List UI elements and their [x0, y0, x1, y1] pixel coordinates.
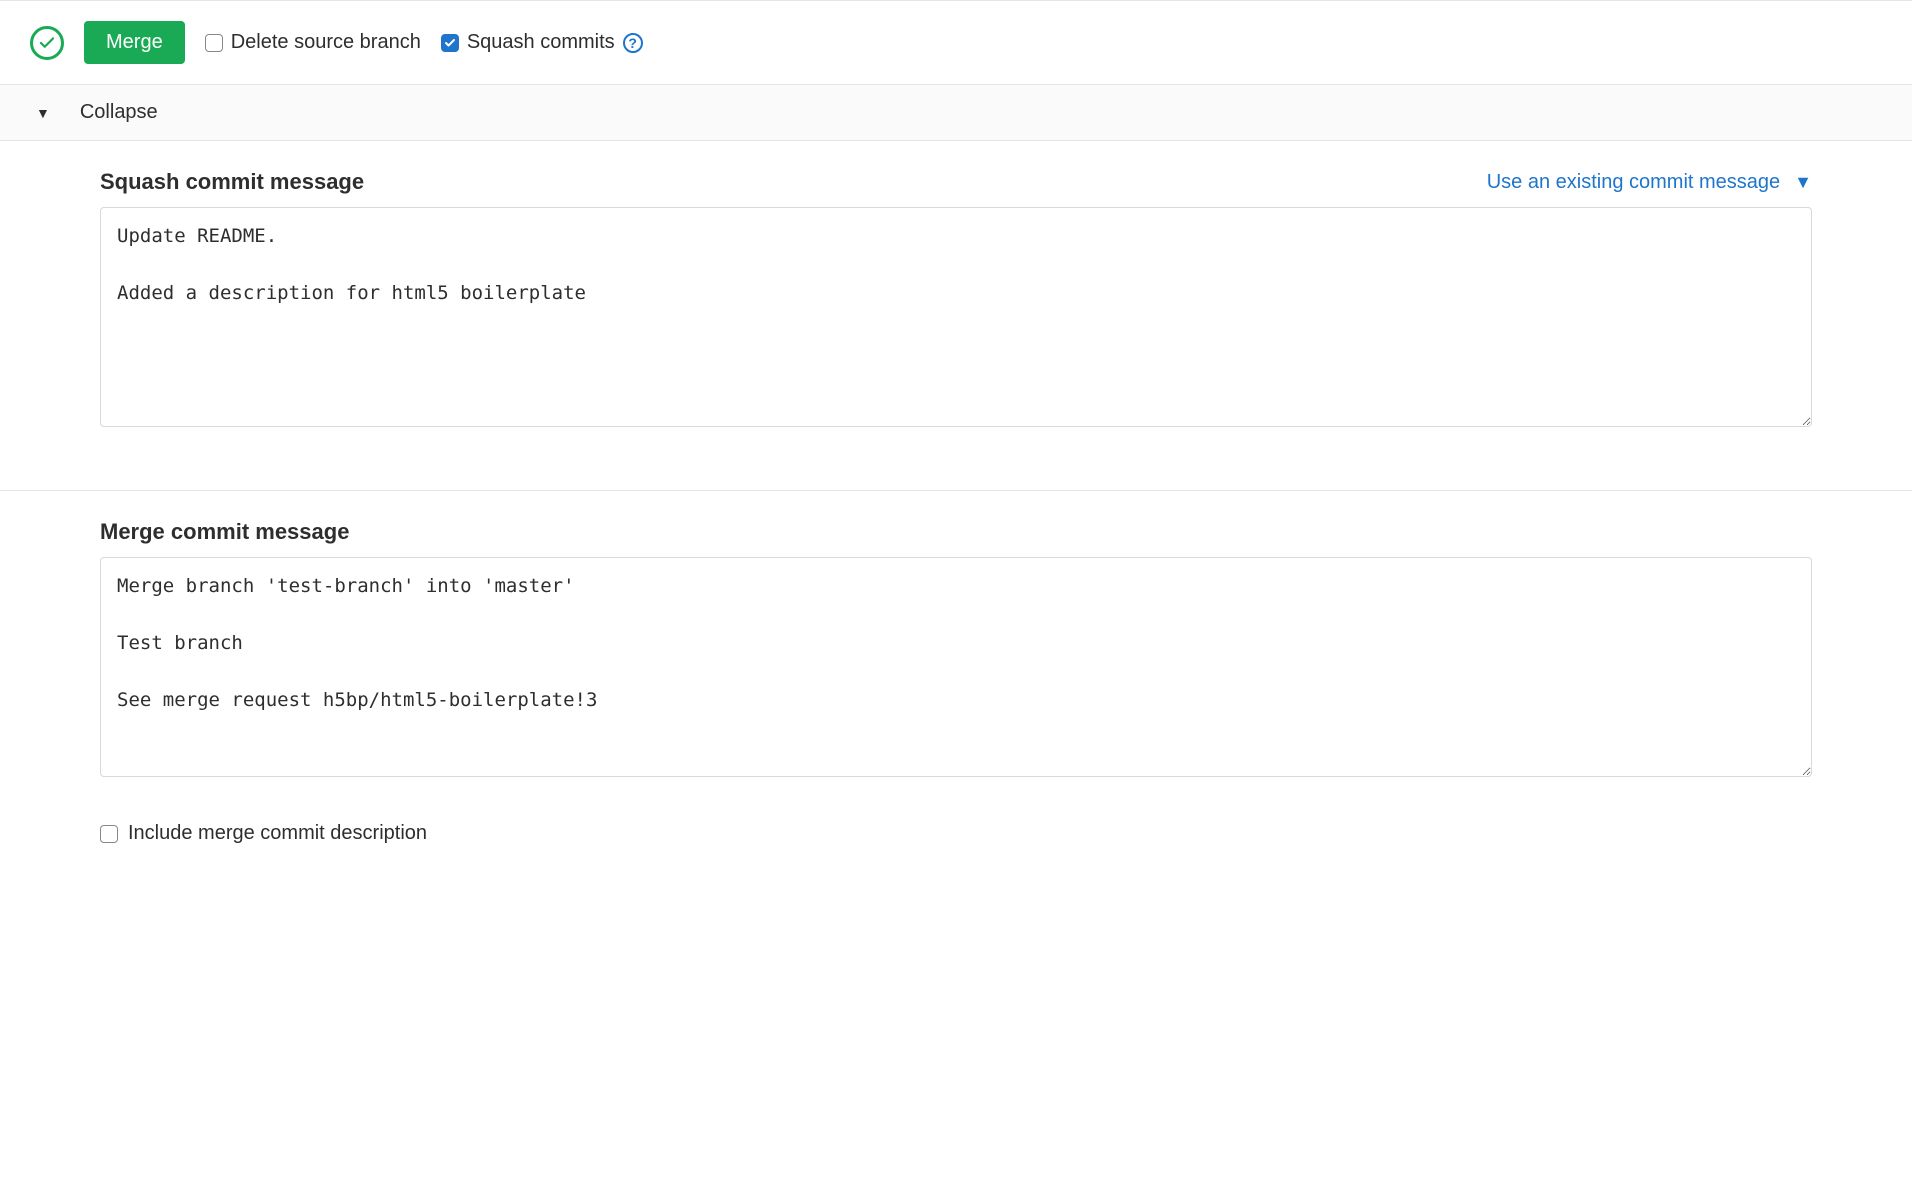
squash-commit-section: Squash commit message Use an existing co… — [0, 141, 1912, 491]
include-description-label: Include merge commit description — [128, 822, 427, 845]
chevron-down-icon[interactable]: ▼ — [36, 105, 50, 121]
merge-action-bar: Merge Delete source branch Squash commit… — [0, 0, 1912, 85]
include-merge-description-option[interactable]: Include merge commit description — [0, 800, 1912, 885]
merge-section-title: Merge commit message — [100, 519, 349, 545]
squash-commit-message-input[interactable] — [100, 207, 1812, 427]
checkbox-checked-icon[interactable] — [441, 34, 459, 52]
merge-commit-section: Merge commit message — [0, 491, 1912, 800]
squash-commits-label: Squash commits — [467, 31, 615, 54]
squash-section-title: Squash commit message — [100, 169, 364, 195]
delete-branch-label: Delete source branch — [231, 31, 421, 54]
use-existing-label: Use an existing commit message — [1487, 171, 1780, 194]
collapse-bar[interactable]: ▼ Collapse — [0, 85, 1912, 141]
collapse-label: Collapse — [80, 101, 158, 124]
status-success-icon — [30, 26, 64, 60]
merge-commit-message-input[interactable] — [100, 557, 1812, 777]
merge-button[interactable]: Merge — [84, 21, 185, 64]
use-existing-commit-link[interactable]: Use an existing commit message ▼ — [1487, 171, 1812, 194]
squash-commits-option[interactable]: Squash commits ? — [441, 31, 643, 54]
chevron-down-icon: ▼ — [1794, 172, 1812, 193]
checkbox-unchecked-icon[interactable] — [100, 825, 118, 843]
checkbox-unchecked-icon[interactable] — [205, 34, 223, 52]
delete-source-branch-option[interactable]: Delete source branch — [205, 31, 421, 54]
help-icon[interactable]: ? — [623, 33, 643, 53]
